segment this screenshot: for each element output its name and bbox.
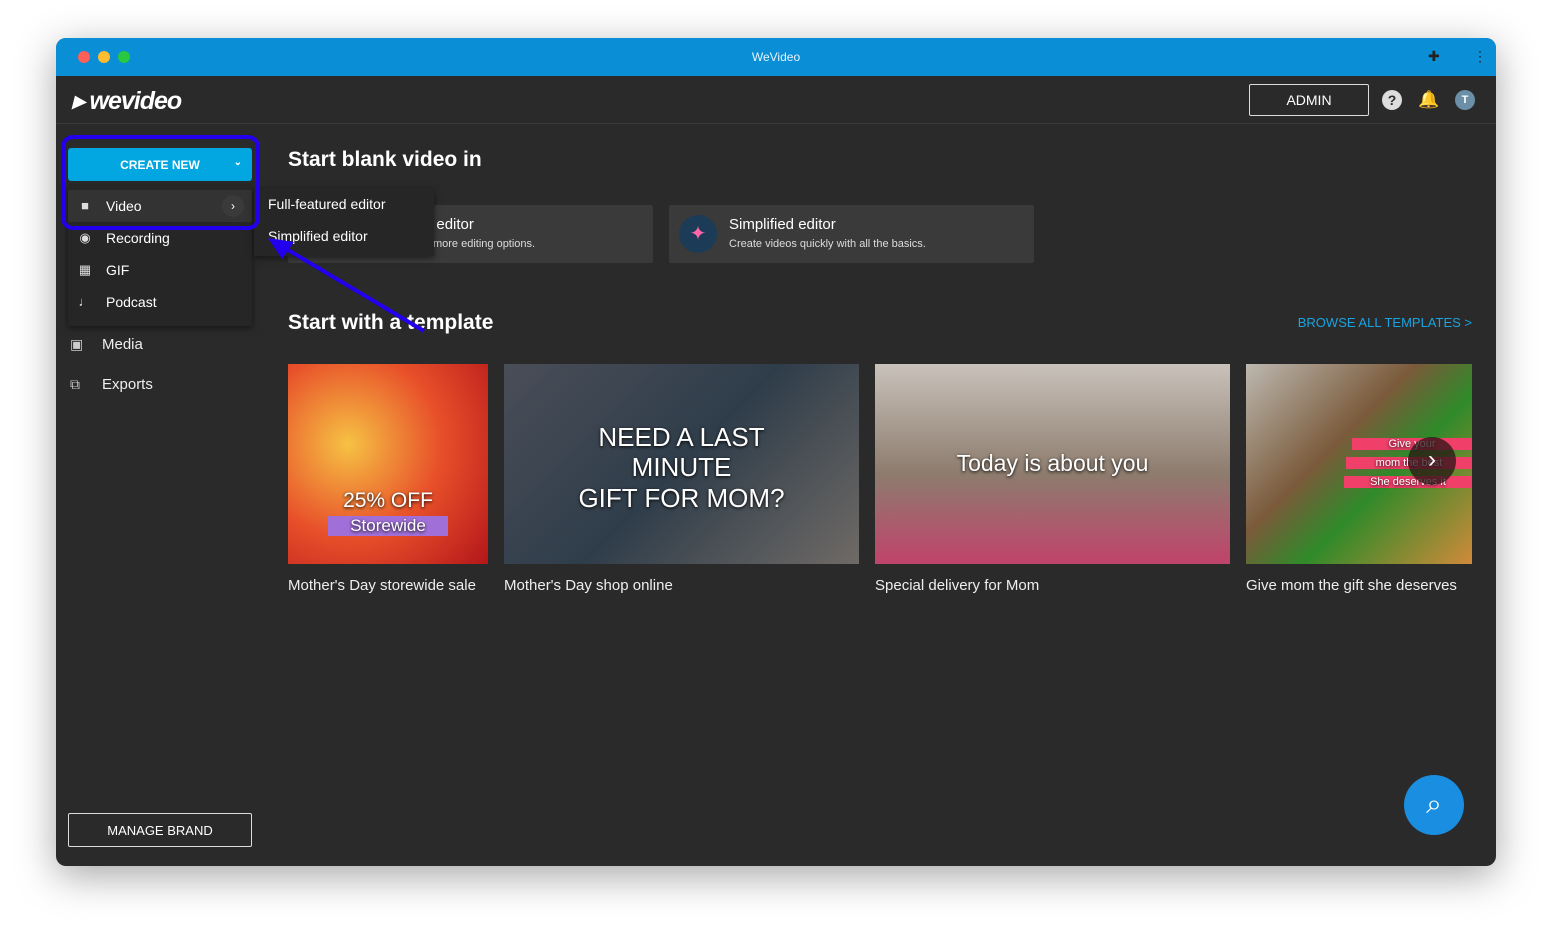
app-window: WeVideo ✚ ⋮ ▸ wevideo ADMIN ? 🔔 T CREATE… (56, 38, 1496, 866)
annotation-arrow (268, 238, 426, 333)
arrow-line (276, 242, 426, 333)
arrow-head (268, 238, 294, 259)
